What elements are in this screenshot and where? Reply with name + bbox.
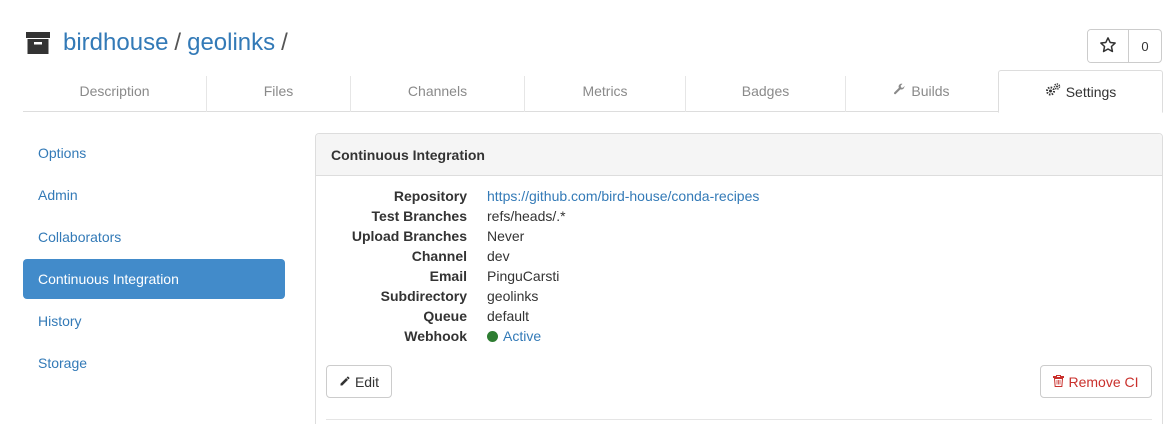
tab-label: Builds bbox=[911, 83, 950, 99]
info-row-upload-branches: Upload Branches Never bbox=[316, 226, 759, 246]
pencil-icon bbox=[339, 374, 355, 390]
ci-info-table: Repository https://github.com/bird-house… bbox=[316, 186, 760, 346]
info-value: refs/heads/.* bbox=[487, 208, 566, 224]
tab-label: Channels bbox=[407, 83, 468, 99]
repo-link[interactable]: geolinks bbox=[187, 29, 275, 57]
info-row-subdirectory: Subdirectory geolinks bbox=[316, 286, 759, 306]
archive-box-icon bbox=[26, 32, 50, 54]
tab-description[interactable]: Description bbox=[23, 70, 206, 112]
tab-label: Metrics bbox=[582, 83, 628, 99]
ci-panel: Continuous Integration Repository https:… bbox=[315, 133, 1163, 424]
info-row-email: Email PinguCarsti bbox=[316, 266, 759, 286]
repo-tabs: Description Files Channels Metrics Badge… bbox=[23, 70, 1163, 113]
info-key: Webhook bbox=[404, 328, 467, 344]
info-key: Email bbox=[429, 268, 467, 284]
star-widget: 0 bbox=[1087, 29, 1162, 63]
sidebar-item-admin[interactable]: Admin bbox=[23, 174, 285, 216]
remove-ci-label: Remove CI bbox=[1068, 373, 1139, 390]
info-value: https://github.com/bird-house/conda-reci… bbox=[487, 188, 759, 204]
sidebar-item-label: Admin bbox=[38, 187, 78, 203]
info-key: Subdirectory bbox=[380, 288, 467, 304]
info-value: default bbox=[487, 308, 530, 324]
info-key: Repository bbox=[393, 188, 467, 204]
tab-metrics[interactable]: Metrics bbox=[525, 70, 685, 112]
sidebar-item-label: Storage bbox=[38, 355, 88, 371]
breadcrumb: birdhouse / geolinks / bbox=[26, 28, 294, 58]
info-row-repository: Repository https://github.com/bird-house… bbox=[316, 186, 760, 206]
sidebar-item-label: History bbox=[38, 313, 82, 329]
star-outline-icon bbox=[1099, 36, 1117, 57]
info-value: Active bbox=[487, 328, 541, 344]
breadcrumb-separator: / bbox=[281, 29, 288, 56]
tab-channels[interactable]: Channels bbox=[351, 70, 524, 112]
info-row-webhook: Webhook Active bbox=[316, 326, 759, 346]
info-row-queue: Queue default bbox=[316, 306, 759, 326]
tab-builds[interactable]: Builds bbox=[846, 70, 997, 112]
tab-label: Badges bbox=[741, 83, 790, 99]
repository-link[interactable]: https://github.com/bird-house/conda-reci… bbox=[487, 188, 759, 204]
tab-badges[interactable]: Badges bbox=[686, 70, 845, 112]
edit-button[interactable]: Edit bbox=[326, 365, 392, 398]
trash-icon bbox=[1053, 374, 1068, 390]
gears-icon bbox=[1045, 83, 1066, 100]
sidebar-item-history[interactable]: History bbox=[23, 300, 285, 342]
info-key: Test Branches bbox=[371, 208, 467, 224]
info-key: Upload Branches bbox=[351, 228, 467, 244]
sidebar-item-options[interactable]: Options bbox=[23, 132, 285, 174]
status-dot-icon bbox=[487, 331, 498, 342]
tab-label: Description bbox=[79, 83, 150, 99]
edit-label: Edit bbox=[354, 373, 380, 390]
info-key: Channel bbox=[411, 248, 467, 264]
tab-settings[interactable]: Settings bbox=[998, 70, 1163, 113]
remove-ci-button[interactable]: Remove CI bbox=[1040, 365, 1152, 398]
info-row-channel: Channel dev bbox=[316, 246, 759, 266]
star-count: 0 bbox=[1141, 38, 1149, 54]
sidebar-item-label: Options bbox=[38, 145, 87, 161]
info-value: Never bbox=[487, 228, 525, 244]
owner-link[interactable]: birdhouse bbox=[63, 29, 168, 57]
info-value: dev bbox=[487, 248, 510, 264]
tab-label: Settings bbox=[1065, 83, 1117, 100]
info-key: Queue bbox=[423, 308, 467, 324]
sidebar-item-label: Continuous Integration bbox=[38, 271, 179, 287]
info-value: PinguCarsti bbox=[487, 268, 560, 284]
settings-sidebar: Options Admin Collaborators Continuous I… bbox=[23, 132, 285, 384]
breadcrumb-separator: / bbox=[174, 29, 182, 56]
webhook-status-link[interactable]: Active bbox=[503, 328, 541, 344]
sidebar-item-collaborators[interactable]: Collaborators bbox=[23, 216, 285, 258]
wrench-icon bbox=[893, 83, 911, 99]
sidebar-item-label: Collaborators bbox=[38, 229, 122, 245]
tab-label: Files bbox=[263, 83, 294, 99]
tab-files[interactable]: Files bbox=[207, 70, 350, 112]
panel-title: Continuous Integration bbox=[316, 134, 1162, 176]
sidebar-item-continuous-integration[interactable]: Continuous Integration bbox=[23, 259, 285, 299]
info-value: geolinks bbox=[487, 288, 539, 304]
star-button[interactable] bbox=[1088, 30, 1129, 62]
panel-divider bbox=[326, 419, 1152, 420]
info-row-test-branches: Test Branches refs/heads/.* bbox=[316, 206, 759, 226]
sidebar-item-storage[interactable]: Storage bbox=[23, 342, 285, 384]
